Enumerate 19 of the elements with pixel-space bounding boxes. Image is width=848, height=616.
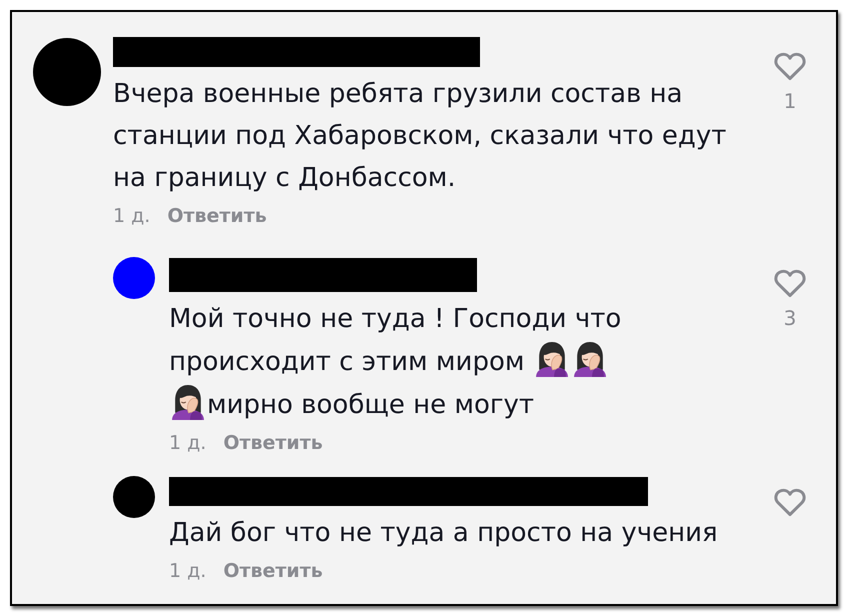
comment-text: происходит с этим миром [169,346,524,379]
comment-text: мирно вообще не могут [207,390,534,420]
comment-time: 1 д. [113,204,150,228]
reply-button[interactable]: Ответить [167,204,267,228]
heart-icon[interactable] [773,486,807,518]
avatar-icon[interactable] [113,476,155,518]
heart-icon[interactable] [773,267,807,299]
reply-button[interactable]: Ответить [223,431,323,455]
comment-time: 1 д. [169,559,206,583]
like-count: 1 [784,89,796,113]
comment-time: 1 д. [169,431,206,455]
comment-text: Мой точно не туда ! Господи что [169,303,622,336]
comment-text: Дай бог что не туда а просто на учения [169,518,718,548]
heart-icon[interactable] [773,50,807,82]
comment-text: Вчера военные ребята грузили состав на станции под Хабаровском, сказали что едут на границу с Донбассом. [113,79,726,193]
reply-button[interactable]: Ответить [223,559,323,583]
avatar-icon[interactable] [113,257,155,299]
facepalm-emoji-icon [169,383,207,420]
like-count: 3 [784,306,796,330]
